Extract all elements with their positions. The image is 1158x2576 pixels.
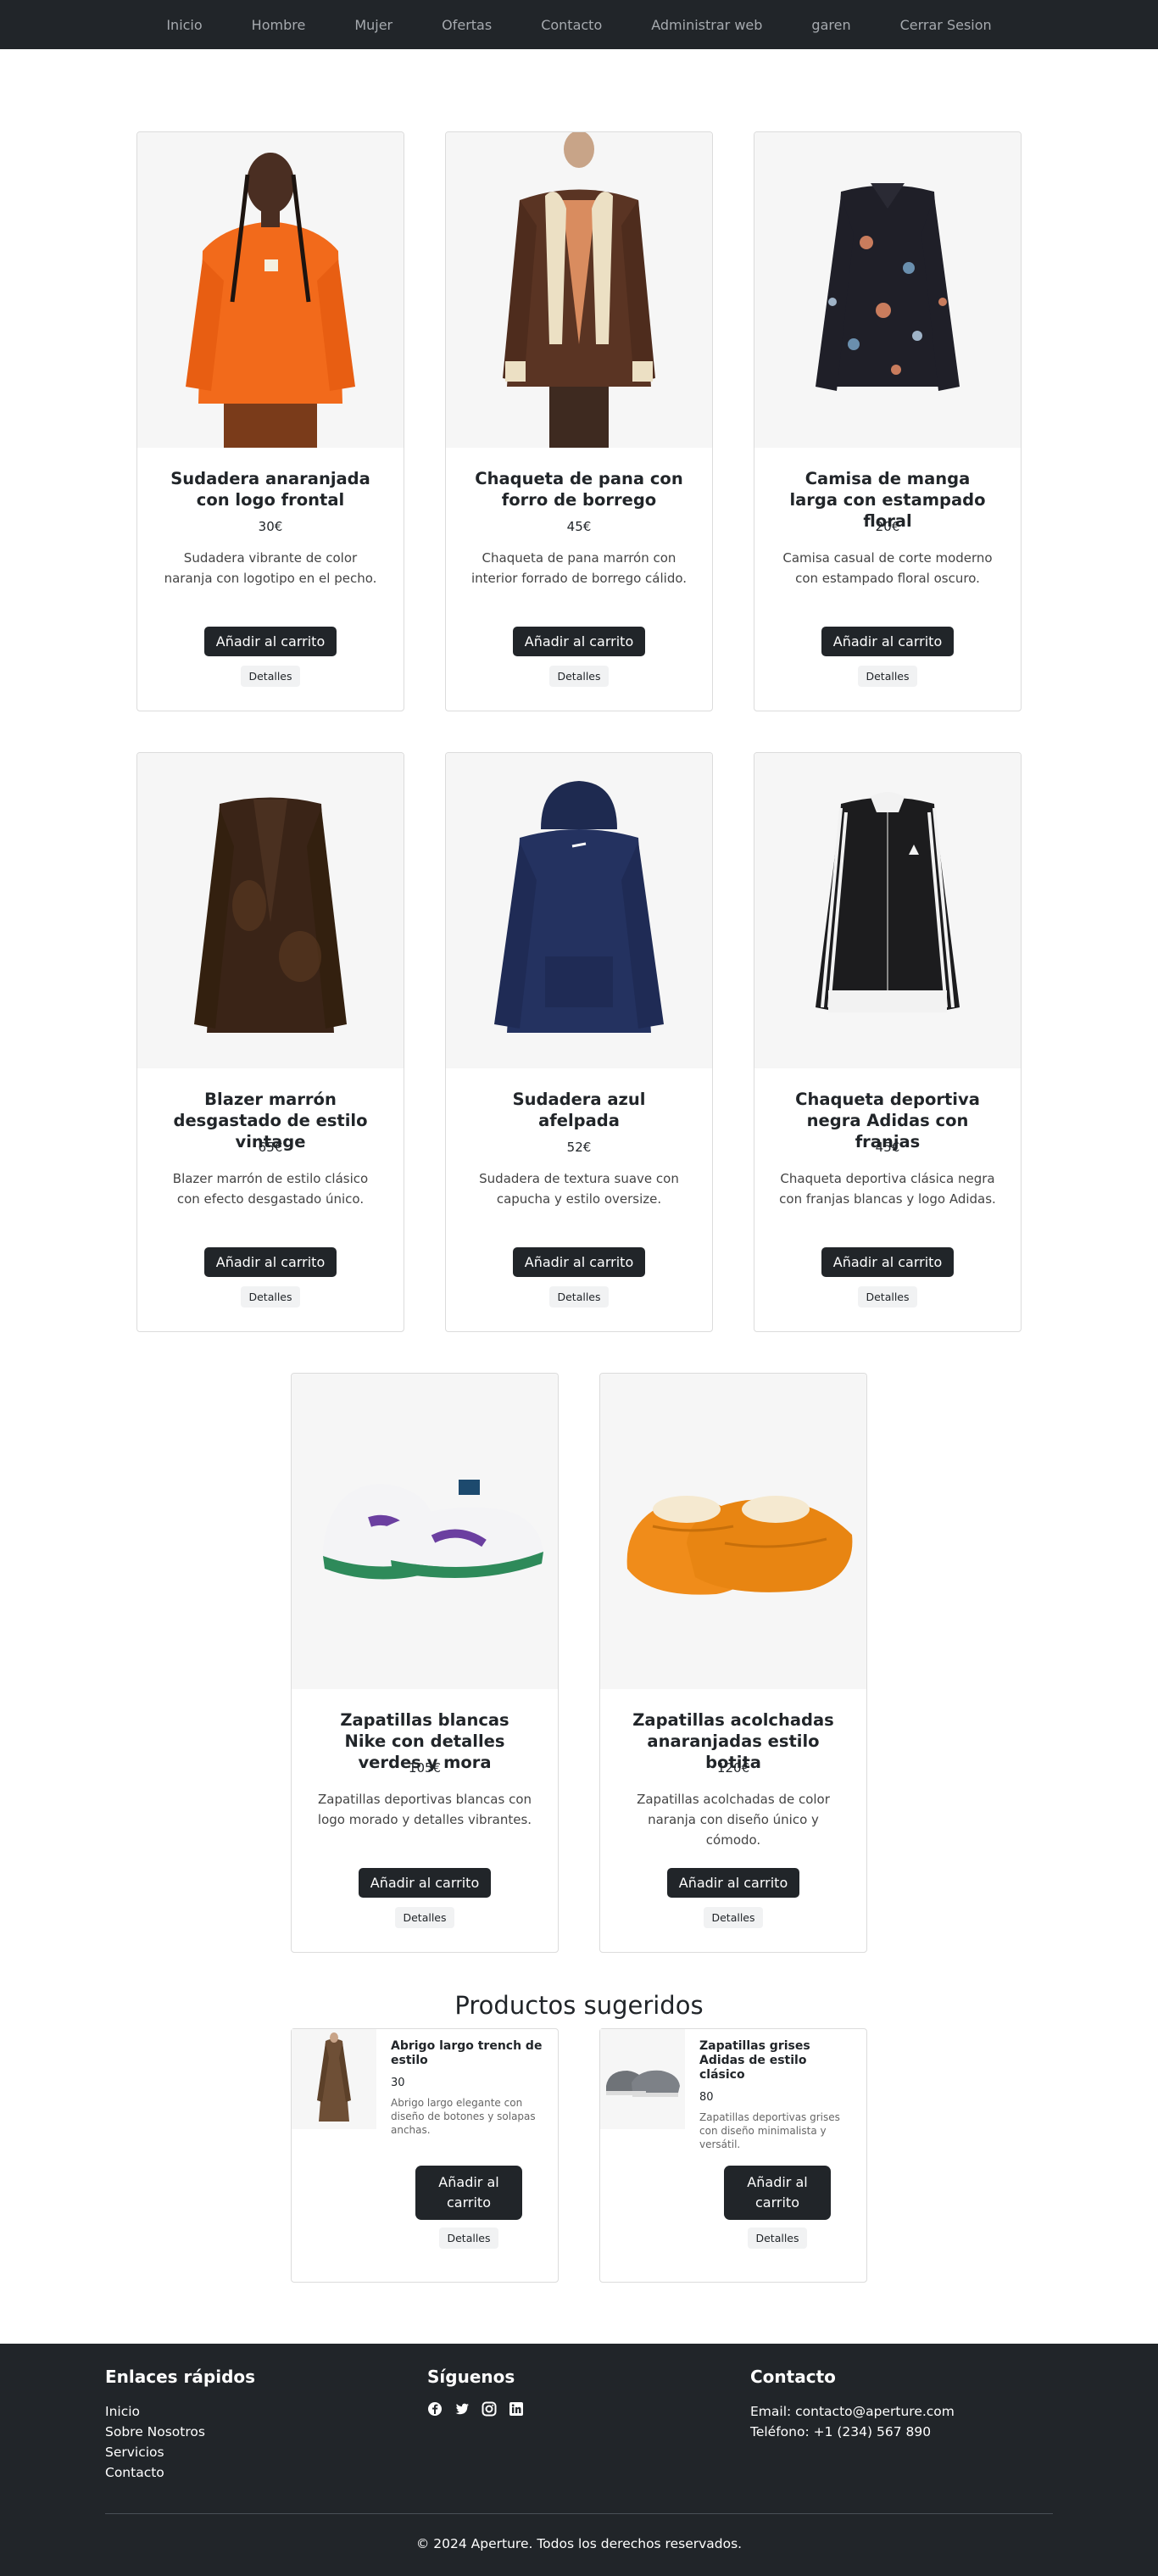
footer-link-inicio[interactable]: Inicio bbox=[105, 2401, 255, 2422]
product-description: Zapatillas acolchadas de color naranja c… bbox=[637, 1792, 830, 1848]
product-card: Sudadera azul afelpada 52€ Sudadera de t… bbox=[445, 752, 713, 1332]
add-to-cart-button[interactable]: Añadir al carrito bbox=[203, 627, 337, 656]
product-card: Chaqueta deportiva negra Adidas con fran… bbox=[754, 752, 1022, 1332]
linkedin-icon[interactable] bbox=[509, 2401, 524, 2417]
add-to-cart-button[interactable]: Añadir al carrito bbox=[358, 1868, 492, 1898]
product-title: Blazer marrón desgastado de estilo vinta… bbox=[173, 1090, 368, 1151]
product-image[interactable] bbox=[446, 753, 712, 1068]
suggested-product-price: 30 bbox=[391, 2077, 405, 2089]
add-to-cart-button[interactable]: Añadir al carrito bbox=[821, 627, 955, 656]
nav-link-inicio[interactable]: Inicio bbox=[142, 17, 226, 33]
product-description: Sudadera vibrante de color naranja con l… bbox=[164, 550, 377, 586]
product-card: Zapatillas blancas Nike con detalles ver… bbox=[291, 1373, 559, 1953]
product-image[interactable] bbox=[754, 753, 1021, 1068]
product-card: Zapatillas acolchadas anaranjadas estilo… bbox=[599, 1373, 867, 1953]
footer-contact-title: Contacto bbox=[750, 2367, 836, 2387]
footer-contact: Contacto Email: contacto@aperture.com Te… bbox=[750, 2367, 955, 2442]
suggested-product-image[interactable] bbox=[292, 2029, 376, 2129]
site-footer: Enlaces rápidos Inicio Sobre Nosotros Se… bbox=[0, 2344, 1158, 2576]
product-price: 52€ bbox=[566, 1140, 592, 1155]
product-price: 30€ bbox=[258, 519, 283, 534]
product-image[interactable] bbox=[137, 753, 404, 1068]
product-description: Camisa casual de corte moderno con estam… bbox=[782, 550, 993, 586]
product-card: Chaqueta de pana con forro de borrego 45… bbox=[445, 131, 713, 711]
suggested-product-price: 80 bbox=[699, 2091, 714, 2104]
product-title: Zapatillas acolchadas anaranjadas estilo… bbox=[632, 1710, 834, 1772]
product-image[interactable] bbox=[600, 1374, 866, 1689]
footer-divider bbox=[105, 2513, 1053, 2514]
footer-link-contacto[interactable]: Contacto bbox=[105, 2462, 255, 2483]
nav-link-hombre[interactable]: Hombre bbox=[227, 17, 331, 33]
facebook-icon[interactable] bbox=[427, 2401, 443, 2417]
details-button[interactable]: Detalles bbox=[858, 666, 917, 687]
footer-quick-links-title: Enlaces rápidos bbox=[105, 2367, 256, 2387]
product-card: Camisa de manga larga con estampado flor… bbox=[754, 131, 1022, 711]
product-price: 45€ bbox=[566, 519, 592, 534]
footer-social: Síguenos bbox=[427, 2367, 524, 2417]
add-to-cart-button[interactable]: Añadir al carrito bbox=[512, 627, 646, 656]
details-button[interactable]: Detalles bbox=[439, 2228, 498, 2249]
nav-link-user[interactable]: garen bbox=[787, 17, 875, 33]
product-description: Blazer marrón de estilo clásico con efec… bbox=[172, 1171, 369, 1207]
add-to-cart-button[interactable]: Añadir al carrito bbox=[821, 1247, 955, 1277]
product-image[interactable] bbox=[137, 132, 404, 448]
suggested-products-heading: Productos sugeridos bbox=[454, 1991, 704, 2020]
nav-link-cerrar-sesion[interactable]: Cerrar Sesion bbox=[876, 17, 1016, 33]
details-button[interactable]: Detalles bbox=[241, 1286, 300, 1308]
product-image[interactable] bbox=[446, 132, 712, 448]
nav-link-administrar-web[interactable]: Administrar web bbox=[626, 17, 787, 33]
add-to-cart-button[interactable]: Añadir al carrito bbox=[512, 1247, 646, 1277]
add-to-cart-button[interactable]: Añadir al carrito bbox=[415, 2166, 522, 2220]
nav-link-mujer[interactable]: Mujer bbox=[330, 17, 417, 33]
product-description: Chaqueta de pana marrón con interior for… bbox=[470, 550, 688, 586]
product-description: Chaqueta deportiva clásica negra con fra… bbox=[779, 1171, 996, 1207]
product-card: Blazer marrón desgastado de estilo vinta… bbox=[136, 752, 404, 1332]
details-button[interactable]: Detalles bbox=[395, 1907, 454, 1928]
top-navbar: Inicio Hombre Mujer Ofertas Contacto Adm… bbox=[0, 0, 1158, 49]
product-image[interactable] bbox=[754, 132, 1021, 448]
twitter-icon[interactable] bbox=[454, 2401, 470, 2417]
details-button[interactable]: Detalles bbox=[241, 666, 300, 687]
nav-link-ofertas[interactable]: Ofertas bbox=[417, 17, 516, 33]
product-title: Zapatillas blancas Nike con detalles ver… bbox=[340, 1710, 509, 1772]
product-card: Sudadera anaranjada con logo frontal 30€… bbox=[136, 131, 404, 711]
details-button[interactable]: Detalles bbox=[549, 1286, 609, 1308]
details-button[interactable]: Detalles bbox=[549, 666, 609, 687]
details-button[interactable]: Detalles bbox=[858, 1286, 917, 1308]
product-title: Camisa de manga larga con estampado flor… bbox=[789, 469, 986, 531]
nav-link-contacto[interactable]: Contacto bbox=[516, 17, 626, 33]
add-to-cart-button[interactable]: Añadir al carrito bbox=[724, 2166, 831, 2220]
product-image[interactable] bbox=[292, 1374, 558, 1689]
instagram-icon[interactable] bbox=[482, 2401, 497, 2417]
footer-copyright: © 2024 Aperture. Todos los derechos rese… bbox=[415, 2536, 743, 2551]
add-to-cart-button[interactable]: Añadir al carrito bbox=[203, 1247, 337, 1277]
suggested-product-title: Zapatillas grises Adidas de estilo clási… bbox=[699, 2039, 810, 2082]
footer-link-servicios[interactable]: Servicios bbox=[105, 2442, 255, 2462]
footer-phone: Teléfono: +1 (234) 567 890 bbox=[750, 2424, 932, 2439]
suggested-product-description: Zapatillas deportivas grises con diseño … bbox=[699, 2111, 840, 2150]
product-title: Chaqueta deportiva negra Adidas con fran… bbox=[795, 1090, 980, 1151]
product-title: Chaqueta de pana con forro de borrego bbox=[475, 469, 683, 510]
suggested-product-title: Abrigo largo trench de estilo bbox=[391, 2039, 543, 2067]
suggested-product-image[interactable] bbox=[600, 2029, 685, 2129]
details-button[interactable]: Detalles bbox=[704, 1907, 763, 1928]
product-description: Zapatillas deportivas blancas con logo m… bbox=[317, 1792, 532, 1827]
footer-follow-title: Síguenos bbox=[427, 2367, 515, 2387]
suggested-product-description: Abrigo largo elegante con diseño de boto… bbox=[391, 2097, 536, 2136]
product-title: Sudadera azul afelpada bbox=[512, 1090, 646, 1130]
footer-quick-links: Enlaces rápidos Inicio Sobre Nosotros Se… bbox=[105, 2367, 255, 2483]
product-title: Sudadera anaranjada con logo frontal bbox=[170, 469, 370, 510]
add-to-cart-button[interactable]: Añadir al carrito bbox=[666, 1868, 800, 1898]
footer-link-sobre-nosotros[interactable]: Sobre Nosotros bbox=[105, 2422, 255, 2442]
details-button[interactable]: Detalles bbox=[748, 2228, 807, 2249]
suggested-product-card: Zapatillas grises Adidas de estilo clási… bbox=[599, 2028, 867, 2283]
product-description: Sudadera de textura suave con capucha y … bbox=[479, 1171, 679, 1207]
suggested-product-card: Abrigo largo trench de estilo 30 Abrigo … bbox=[291, 2028, 559, 2283]
footer-email: Email: contacto@aperture.com bbox=[750, 2404, 955, 2419]
